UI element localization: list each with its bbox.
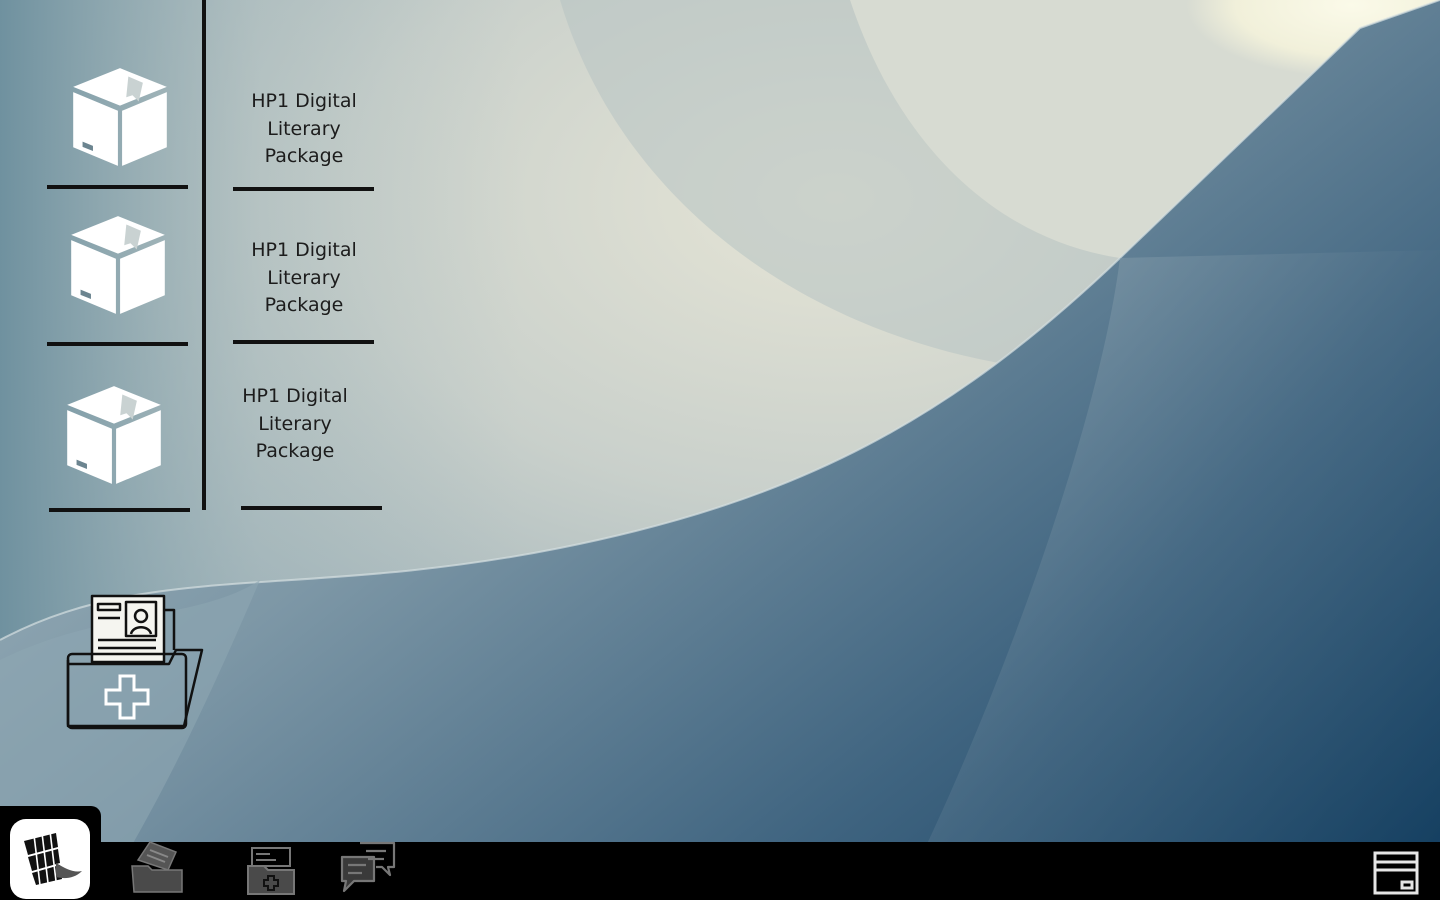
chat-bubbles-icon[interactable] bbox=[338, 841, 398, 895]
package-label[interactable]: HP1 Digital Literary Package bbox=[220, 383, 370, 466]
taskbar bbox=[0, 842, 1440, 900]
package-box-icon[interactable] bbox=[68, 64, 172, 168]
window-panel-icon[interactable] bbox=[1372, 850, 1420, 896]
label-underline bbox=[241, 506, 382, 510]
icon-underline bbox=[49, 508, 190, 512]
icon-underline bbox=[47, 185, 188, 189]
package-label[interactable]: HP1 Digital Literary Package bbox=[229, 88, 379, 171]
medical-record-folder-icon[interactable] bbox=[64, 590, 210, 736]
label-underline bbox=[233, 187, 374, 191]
medical-files-icon[interactable] bbox=[246, 846, 298, 896]
desktop-wallpaper bbox=[0, 0, 1440, 900]
desktop-vertical-divider bbox=[202, 0, 206, 510]
package-label[interactable]: HP1 Digital Literary Package bbox=[229, 237, 379, 320]
label-underline bbox=[233, 340, 374, 344]
package-box-icon[interactable] bbox=[66, 212, 170, 316]
package-box-icon[interactable] bbox=[62, 382, 166, 486]
documents-folder-icon[interactable] bbox=[128, 840, 188, 898]
wave-grid-logo-icon bbox=[24, 830, 82, 886]
start-button[interactable] bbox=[10, 819, 90, 899]
icon-underline bbox=[47, 342, 188, 346]
